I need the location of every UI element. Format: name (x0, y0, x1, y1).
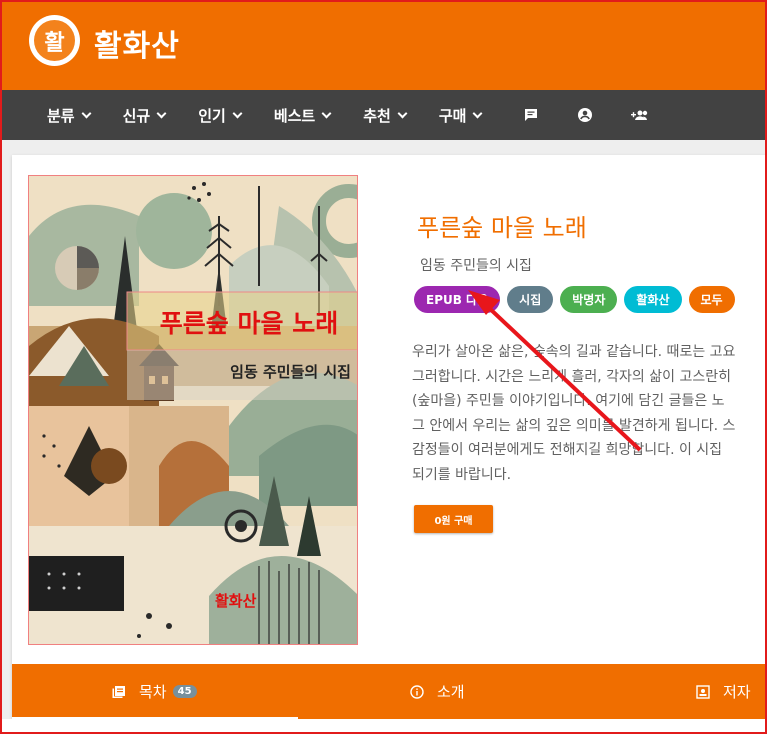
tag-author[interactable]: 박명자 (560, 286, 618, 313)
info-icon (410, 684, 424, 699)
description-line: 그 안에서 우리는 삶의 깊은 의미를 발견하게 됩니다. 스 (412, 417, 736, 434)
nav-item-label: 인기 (198, 106, 226, 125)
cover-subtitle: 임동 주민들의 시집 (230, 363, 351, 381)
tag-publisher[interactable]: 활화산 (624, 286, 682, 313)
chevron-down-icon (473, 108, 483, 118)
nav-item-popular[interactable]: 인기 (198, 105, 243, 126)
chevron-down-icon (397, 108, 408, 118)
group-add-icon[interactable] (631, 107, 651, 123)
book-description: 우리가 살아온 삶은, 숲속의 길과 같습니다. 때로는 고요 그러합니다. 시… (412, 340, 767, 487)
tab-intro-label: 소개 (437, 683, 465, 701)
nav-item-recommend[interactable]: 추천 (363, 105, 408, 126)
book-tabs: 목차 45 소개 저자 (12, 664, 767, 720)
toc-icon (112, 685, 125, 698)
page-bottom (0, 719, 767, 734)
nav-item-label: 추천 (363, 106, 391, 125)
site-logo[interactable]: 활 (29, 15, 80, 66)
book-cover[interactable]: 푸른숲 마을 노래 임동 주민들의 시집 활화산 (28, 175, 358, 645)
nav-item-best[interactable]: 베스트 (273, 105, 332, 126)
nav-item-category[interactable]: 분류 (47, 105, 92, 126)
tab-toc-label: 목차 (139, 683, 167, 701)
chevron-down-icon (156, 108, 167, 118)
tag-genre[interactable]: 시집 (507, 286, 554, 313)
nav-item-label: 구매 (438, 106, 467, 125)
description-line: 그러합니다. 시간은 느리게 흘러, 각자의 삶이 고스란히 (412, 368, 731, 385)
chevron-down-icon (232, 108, 243, 118)
tag-audience[interactable]: 모두 (688, 286, 735, 313)
site-header: 활 활화산 (0, 0, 767, 90)
nav-item-label: 분류 (47, 106, 75, 125)
author-icon (696, 684, 710, 699)
book-title: 푸른숲 마을 노래 (417, 214, 587, 242)
cover-publisher: 활화산 (215, 592, 257, 610)
nav-item-new[interactable]: 신규 (122, 105, 167, 126)
logo-char: 활 (34, 20, 75, 61)
book-subtitle: 임동 주민들의 시집 (420, 258, 532, 274)
description-line: 감정들이 여러분에게도 전해지길 희망합니다. 이 시집 (412, 442, 723, 458)
buy-button[interactable]: 0원 구매 (414, 505, 493, 533)
description-line: 우리가 살아온 삶은, 숲속의 길과 같습니다. 때로는 고요 (412, 344, 736, 360)
nav-item-purchase[interactable]: 구매 (438, 105, 483, 126)
tab-author[interactable]: 저자 (696, 664, 751, 719)
description-line: (숲마을) 주민들 이야기입니다. 여기에 담긴 글들은 노 (412, 393, 725, 409)
tag-list: EPUB 다운 시집 박명자 활화산 모두 (414, 286, 742, 313)
nav-item-label: 신규 (122, 106, 151, 125)
tab-toc[interactable]: 목차 45 (112, 664, 197, 719)
account-icon[interactable] (577, 107, 593, 123)
site-title[interactable]: 활화산 (94, 21, 180, 65)
main-nav: 분류 신규 인기 베스트 추천 구매 (0, 90, 767, 140)
chat-icon[interactable] (523, 107, 539, 123)
chevron-down-icon (321, 108, 332, 118)
tab-intro[interactable]: 소개 (410, 664, 465, 719)
epub-download-button[interactable]: EPUB 다운 (414, 286, 501, 313)
description-line: 되기를 바랍니다. (412, 466, 512, 483)
chevron-down-icon (81, 108, 92, 118)
tab-author-label: 저자 (723, 683, 751, 701)
nav-item-label: 베스트 (273, 106, 316, 125)
cover-title: 푸른숲 마을 노래 (159, 309, 339, 338)
toc-count-badge: 45 (172, 685, 197, 698)
